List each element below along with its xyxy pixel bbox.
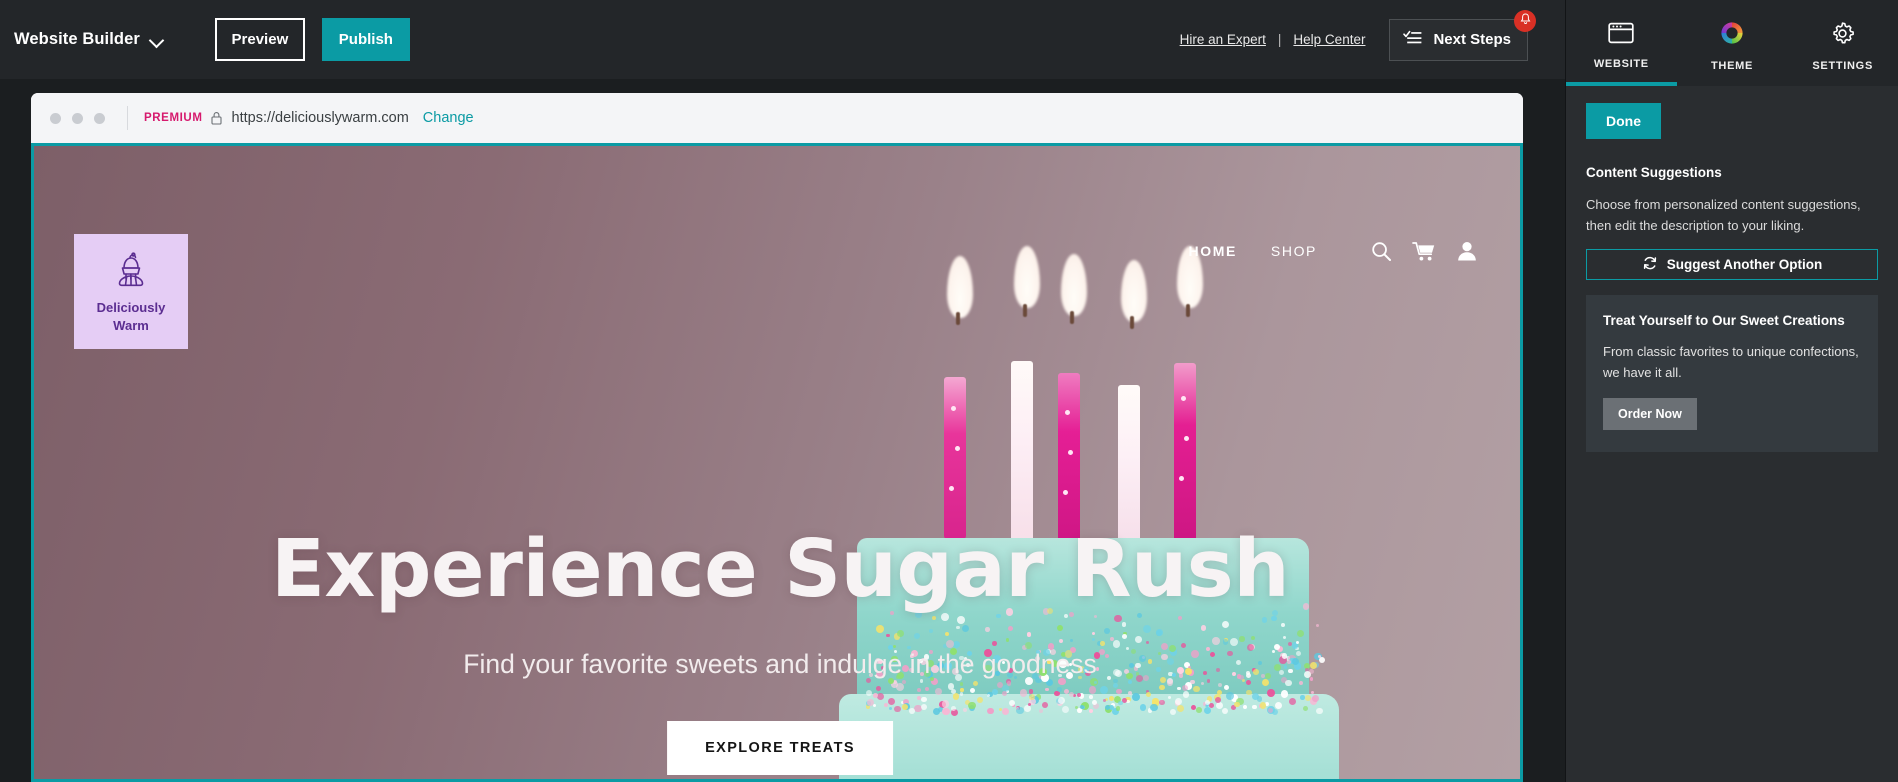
panel-content: Done Content Suggestions Choose from per…	[1566, 86, 1898, 452]
search-icon[interactable]	[1371, 241, 1392, 262]
next-steps-button[interactable]: Next Steps	[1389, 19, 1528, 61]
tab-settings[interactable]: SETTINGS	[1787, 0, 1898, 86]
logo-text-line1: Deliciously	[97, 300, 166, 315]
order-now-button[interactable]: Order Now	[1603, 398, 1697, 430]
bell-icon	[1520, 12, 1531, 30]
tab-website-label: WEBSITE	[1594, 58, 1649, 70]
toolbar-separator: |	[1278, 32, 1282, 47]
user-account-icon[interactable]	[1456, 240, 1478, 262]
hero-subtitle: Find your favorite sweets and indulge in…	[34, 649, 1520, 680]
done-button[interactable]: Done	[1586, 103, 1661, 139]
suggest-another-option-label: Suggest Another Option	[1667, 257, 1823, 272]
checklist-icon	[1403, 30, 1422, 49]
suggestion-card[interactable]: Treat Yourself to Our Sweet Creations Fr…	[1586, 295, 1878, 452]
preview-button[interactable]: Preview	[215, 18, 305, 61]
window-control-dots	[50, 113, 105, 124]
shopping-cart-icon[interactable]	[1412, 241, 1436, 262]
window-dot	[94, 113, 105, 124]
publish-button[interactable]: Publish	[322, 18, 410, 61]
lock-icon	[211, 111, 222, 125]
color-wheel-icon	[1719, 20, 1745, 51]
hero-background: Deliciously Warm HOME SHOP Experience Su…	[34, 146, 1520, 779]
browser-chrome-bar: PREMIUM https://deliciouslywarm.com Chan…	[31, 93, 1523, 143]
tab-website[interactable]: WEBSITE	[1566, 0, 1677, 86]
top-toolbar: Website Builder Preview Publish Hire an …	[0, 0, 1565, 79]
site-nav: HOME SHOP	[1189, 240, 1478, 262]
window-dot	[50, 113, 61, 124]
nav-item-shop[interactable]: SHOP	[1271, 243, 1317, 259]
site-url: https://deliciouslywarm.com	[232, 110, 409, 126]
window-dot	[72, 113, 83, 124]
next-steps-label: Next Steps	[1433, 31, 1511, 48]
panel-tab-bar: WEBSITE THEME SETTINGS	[1566, 0, 1898, 86]
content-suggestions-title: Content Suggestions	[1586, 165, 1878, 180]
brand-label: Website Builder	[14, 30, 140, 49]
brand-menu[interactable]: Website Builder	[14, 30, 163, 49]
hero-title: Experience Sugar Rush	[34, 526, 1520, 612]
website-builder-app: Website Builder Preview Publish Hire an …	[0, 0, 1898, 782]
content-suggestions-description: Choose from personalized content suggest…	[1586, 194, 1878, 236]
cupcake-croissant-icon	[109, 250, 153, 297]
tab-settings-label: SETTINGS	[1812, 60, 1873, 72]
suggest-another-option-button[interactable]: Suggest Another Option	[1586, 249, 1878, 280]
suggestion-headline: Treat Yourself to Our Sweet Creations	[1603, 313, 1861, 328]
nav-item-home[interactable]: HOME	[1189, 243, 1237, 259]
gear-icon	[1830, 21, 1855, 51]
hire-an-expert-link[interactable]: Hire an Expert	[1180, 32, 1266, 47]
selected-hero-section[interactable]: Deliciously Warm HOME SHOP Experience Su…	[31, 143, 1523, 782]
refresh-icon	[1642, 255, 1658, 274]
right-sidebar-panel: WEBSITE THEME SETTINGS Done Content Sugg…	[1565, 0, 1898, 782]
logo-text-line2: Warm	[113, 318, 149, 333]
tab-theme[interactable]: THEME	[1677, 0, 1788, 86]
help-center-link[interactable]: Help Center	[1293, 32, 1365, 47]
next-steps-container: Next Steps	[1389, 19, 1528, 61]
chevron-down-icon	[150, 33, 163, 46]
suggestion-body: From classic favorites to unique confect…	[1603, 341, 1861, 383]
premium-badge: PREMIUM	[144, 112, 203, 124]
top-toolbar-right: Hire an Expert | Help Center Next Steps	[1180, 19, 1565, 61]
preview-canvas: PREMIUM https://deliciouslywarm.com Chan…	[0, 79, 1565, 782]
explore-treats-button[interactable]: EXPLORE TREATS	[667, 721, 893, 775]
browser-window-icon	[1608, 22, 1634, 49]
change-url-link[interactable]: Change	[423, 110, 474, 126]
chrome-divider	[127, 106, 128, 130]
browser-mockup: PREMIUM https://deliciouslywarm.com Chan…	[31, 93, 1523, 782]
site-logo[interactable]: Deliciously Warm	[74, 234, 188, 349]
tab-theme-label: THEME	[1711, 60, 1753, 72]
hero-content: Deliciously Warm HOME SHOP Experience Su…	[34, 146, 1520, 779]
notification-badge[interactable]	[1514, 10, 1536, 32]
